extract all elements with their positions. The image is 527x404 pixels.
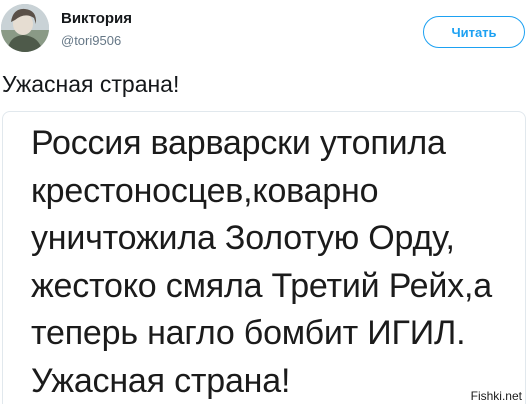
follow-button[interactable]: Читать (423, 16, 525, 48)
user-handle[interactable]: @tori9506 (61, 33, 121, 48)
media-text-line: теперь нагло бомбит ИГИЛ. (31, 314, 466, 352)
media-text-line: уничтожила Золотую Орду, (31, 219, 455, 257)
media-text-line: крестоносцев,коварно (31, 171, 379, 210)
avatar-photo-icon (1, 4, 49, 52)
tweet-media-card[interactable]: Россия варварски утопила крестоносцев,ко… (2, 111, 526, 404)
media-text-line: Россия варварски утопила (31, 124, 446, 162)
media-text-line: Ужасная страна! (31, 361, 291, 400)
site-watermark: Fishki.net (467, 388, 525, 404)
media-image-text: Россия варварски утопила крестоносцев,ко… (31, 120, 492, 404)
tweet-text: Ужасная страна! (2, 71, 180, 97)
tweet-page: Виктория @tori9506 Читать Ужасная страна… (0, 0, 527, 404)
media-text-line: жестоко смяла Третий Рейх,а (31, 266, 492, 305)
tweet-header: Виктория @tori9506 Читать (0, 0, 527, 62)
display-name[interactable]: Виктория (61, 10, 132, 27)
avatar[interactable] (1, 4, 49, 52)
